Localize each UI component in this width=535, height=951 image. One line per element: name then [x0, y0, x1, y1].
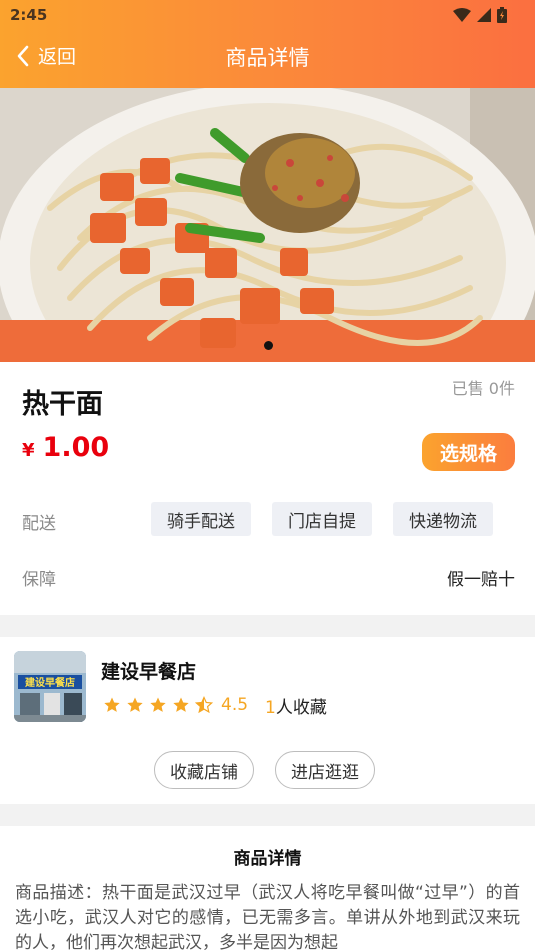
page-title: 商品详情 — [225, 46, 310, 70]
price-value: 1.00 — [42, 432, 110, 463]
favorite-store-button[interactable]: 收藏店铺 — [154, 751, 254, 789]
enter-store-button[interactable]: 进店逛逛 — [275, 751, 375, 789]
store-name[interactable]: 建设早餐店 — [101, 657, 196, 684]
store-thumbnail[interactable]: 建设早餐店 — [14, 651, 86, 722]
sold-count: 已售 0件 — [451, 379, 515, 398]
star-icon — [150, 697, 166, 712]
nav-bar: 返回 商品详情 — [0, 30, 535, 88]
product-detail-section: 商品详情 商品描述：热干面是武汉过早（武汉人将吃早餐叫做“过早”）的首选小吃，武… — [0, 826, 535, 951]
signal-icon — [477, 8, 491, 22]
delivery-option-express[interactable]: 快递物流 — [393, 502, 493, 536]
status-icons — [453, 7, 507, 23]
store-favorites: 1人收藏 — [265, 693, 327, 718]
battery-icon — [497, 7, 507, 23]
guarantee-value: 假一赔十 — [447, 570, 515, 590]
product-info-card: 热干面 已售 0件 ¥1.00 选规格 配送 骑手配送 门店自提 快递物流 保障… — [0, 362, 535, 615]
star-half-icon — [195, 696, 213, 714]
product-image — [0, 88, 535, 362]
favorites-count: 1 — [265, 698, 276, 718]
star-icon — [104, 697, 120, 712]
status-time: 2:45 — [10, 6, 48, 24]
carousel-dot[interactable] — [264, 341, 273, 350]
currency-symbol: ¥ — [22, 440, 35, 461]
wifi-icon — [453, 7, 471, 22]
product-image-carousel[interactable] — [0, 88, 535, 362]
store-rating: 4.5 — [103, 695, 248, 715]
delivery-option-rider[interactable]: 骑手配送 — [151, 502, 251, 536]
header: 2:45 返回 商品详情 — [0, 0, 535, 88]
rating-value: 4.5 — [221, 695, 249, 715]
detail-title: 商品详情 — [233, 849, 302, 869]
favorites-suffix: 人收藏 — [275, 698, 327, 718]
status-bar: 2:45 — [0, 0, 535, 30]
product-price: ¥1.00 — [22, 432, 109, 463]
store-sign-text: 建设早餐店 — [24, 676, 75, 689]
star-icon — [127, 697, 143, 712]
detail-description: 商品描述：热干面是武汉过早（武汉人将吃早餐叫做“过早”）的首选小吃，武汉人对它的… — [15, 883, 520, 951]
guarantee-label: 保障 — [22, 570, 56, 590]
store-card: 建设早餐店 建设早餐店 4.5 1人收藏 收藏店铺 进店逛逛 — [0, 637, 535, 804]
select-spec-button[interactable]: 选规格 — [422, 433, 515, 471]
product-name: 热干面 — [22, 389, 103, 420]
delivery-option-pickup[interactable]: 门店自提 — [272, 502, 372, 536]
delivery-label: 配送 — [22, 514, 56, 534]
star-icon — [173, 697, 189, 712]
